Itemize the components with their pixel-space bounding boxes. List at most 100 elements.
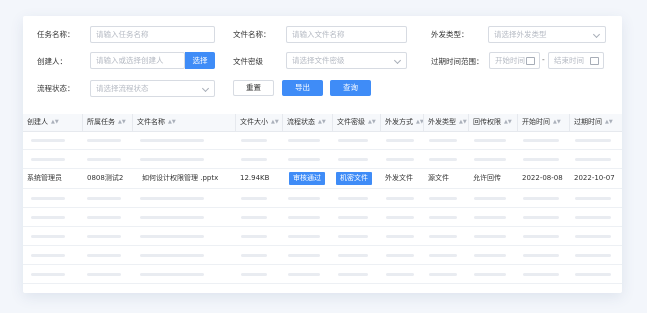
sort-icon: ▲▼ xyxy=(368,119,376,125)
skeleton-bar xyxy=(87,235,121,238)
col-label: 回传权限 xyxy=(473,118,501,126)
flow-status-label: 流程状态： xyxy=(37,84,75,93)
sort-icon: ▲▼ xyxy=(118,119,126,125)
skeleton-bar xyxy=(429,235,457,238)
query-button[interactable]: 查询 xyxy=(330,80,371,96)
creator-input[interactable]: 请输入或选择创建人 xyxy=(90,52,185,69)
flow-status-select[interactable]: 请选择流程状态 xyxy=(90,80,215,97)
col-creator[interactable]: 创建人 ▲▼ xyxy=(23,114,83,131)
col-label: 文件密级 xyxy=(337,118,365,126)
skeleton-bar xyxy=(474,158,506,161)
skeleton-bar xyxy=(474,197,506,200)
col-send-method[interactable]: 外发方式 ▲▼ xyxy=(381,114,424,131)
sort-icon: ▲▼ xyxy=(605,119,613,125)
col-file-size[interactable]: 文件大小 ▲▼ xyxy=(236,114,283,131)
cell-file-size: 12.94KB xyxy=(240,174,270,182)
skeleton-bar xyxy=(575,158,611,161)
skeleton-bar xyxy=(338,254,368,257)
skeleton-bar xyxy=(140,254,204,257)
expire-end-placeholder: 结束时间 xyxy=(554,56,584,65)
export-button[interactable]: 导出 xyxy=(282,80,323,96)
table-row-placeholder xyxy=(23,150,622,169)
table-row[interactable]: 系统管理员 0808测试2 如何设计权限管理 .pptx 12.94KB 审核通… xyxy=(23,169,622,189)
file-secret-select[interactable]: 请选择文件密级 xyxy=(286,52,407,69)
skeleton-bar xyxy=(386,158,414,161)
skeleton-bar xyxy=(140,216,204,219)
send-type-placeholder: 请选择外发类型 xyxy=(494,30,547,39)
skeleton-bar xyxy=(87,158,121,161)
cell-send-type: 源文件 xyxy=(428,174,449,182)
skeleton-bar xyxy=(523,139,559,142)
skeleton-bar xyxy=(523,197,559,200)
sort-icon: ▲▼ xyxy=(459,119,467,125)
skeleton-bar xyxy=(140,197,204,200)
sort-icon: ▲▼ xyxy=(416,119,424,125)
skeleton-bar xyxy=(386,139,414,142)
col-send-type[interactable]: 外发类型 ▲▼ xyxy=(424,114,469,131)
skeleton-bar xyxy=(140,273,204,276)
cell-creator: 系统管理员 xyxy=(27,174,62,182)
select-creator-button[interactable]: 选择 xyxy=(185,52,215,69)
skeleton-bar xyxy=(288,273,320,276)
file-name-input[interactable]: 请输入文件名称 xyxy=(286,26,407,43)
sort-icon: ▲▼ xyxy=(504,119,512,125)
col-return-permission[interactable]: 回传权限 ▲▼ xyxy=(469,114,518,131)
cell-expire-time: 2022-10-07 xyxy=(574,174,615,182)
skeleton-bar xyxy=(87,139,121,142)
skeleton-bar xyxy=(241,139,267,142)
expire-end-input[interactable]: 结束时间 xyxy=(548,52,604,69)
cell-file-name[interactable]: 如何设计权限管理 .pptx xyxy=(138,169,236,187)
col-start-time[interactable]: 开始时间 ▲▼ xyxy=(518,114,570,131)
skeleton-bar xyxy=(31,216,65,219)
col-file-secret[interactable]: 文件密级 ▲▼ xyxy=(333,114,381,131)
range-separator: - xyxy=(542,55,545,64)
col-task[interactable]: 所属任务 ▲▼ xyxy=(83,114,133,131)
skeleton-bar xyxy=(429,216,457,219)
col-label: 外发方式 xyxy=(385,118,413,126)
task-name-input[interactable]: 请输入任务名称 xyxy=(90,26,215,43)
skeleton-bar xyxy=(338,197,368,200)
col-label: 开始时间 xyxy=(522,118,550,126)
skeleton-bar xyxy=(31,139,65,142)
skeleton-bar xyxy=(386,254,414,257)
skeleton-bar xyxy=(474,273,506,276)
skeleton-bar xyxy=(31,273,65,276)
skeleton-bar xyxy=(338,158,368,161)
col-file-name[interactable]: 文件名称 ▲▼ xyxy=(133,114,236,131)
send-type-select[interactable]: 请选择外发类型 xyxy=(488,26,606,43)
skeleton-bar xyxy=(575,254,611,257)
col-flow-status[interactable]: 流程状态 ▲▼ xyxy=(283,114,333,131)
skeleton-bar xyxy=(338,139,368,142)
cell-file-secret: 机密文件 xyxy=(332,169,381,187)
calendar-icon xyxy=(526,57,535,65)
cell-return-permission: 允许回传 xyxy=(473,174,501,182)
cell-send-method: 外发文件 xyxy=(385,174,413,182)
skeleton-bar xyxy=(474,139,506,142)
status-badge: 审核通过 xyxy=(289,172,325,185)
expire-start-input[interactable]: 开始时间 xyxy=(489,52,540,69)
table-row-placeholder xyxy=(23,227,622,246)
skeleton-bar xyxy=(288,216,320,219)
skeleton-bar xyxy=(288,197,320,200)
skeleton-bar xyxy=(523,254,559,257)
expire-start-placeholder: 开始时间 xyxy=(495,56,525,65)
sort-icon: ▲▼ xyxy=(553,119,561,125)
skeleton-bar xyxy=(31,235,65,238)
col-expire-time[interactable]: 过期时间 ▲▼ xyxy=(570,114,622,131)
skeleton-bar xyxy=(87,216,121,219)
file-outgoing-panel: 任务名称： 请输入任务名称 文件名称： 请输入文件名称 外发类型： 请选择外发类… xyxy=(23,16,622,293)
skeleton-bar xyxy=(474,254,506,257)
skeleton-bar xyxy=(140,158,204,161)
skeleton-bar xyxy=(241,216,267,219)
chevron-down-icon xyxy=(201,84,210,93)
skeleton-bar xyxy=(386,216,414,219)
reset-button[interactable]: 重置 xyxy=(233,80,274,96)
skeleton-bar xyxy=(87,273,121,276)
col-label: 创建人 xyxy=(27,118,48,126)
skeleton-bar xyxy=(241,254,267,257)
skeleton-bar xyxy=(87,197,121,200)
skeleton-bar xyxy=(288,158,320,161)
col-label: 所属任务 xyxy=(87,118,115,126)
skeleton-bar xyxy=(288,235,320,238)
sort-icon: ▲▼ xyxy=(271,119,279,125)
